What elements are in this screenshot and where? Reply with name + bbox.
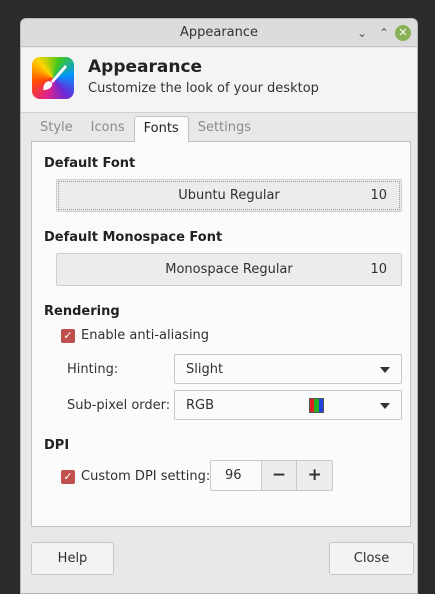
dpi-value[interactable]: 96 — [211, 461, 261, 490]
maximize-icon[interactable]: ⌃ — [376, 25, 392, 41]
tab-settings[interactable]: Settings — [189, 116, 260, 142]
hinting-dropdown[interactable]: Slight — [174, 354, 402, 384]
subpixel-dropdown[interactable]: RGB — [174, 390, 402, 420]
minimize-icon[interactable]: ⌄ — [354, 25, 370, 41]
antialiasing-label: Enable anti-aliasing — [81, 328, 210, 343]
chevron-down-icon — [380, 367, 390, 373]
monospace-font-heading: Default Monospace Font — [44, 230, 223, 245]
paintbrush-icon — [32, 57, 74, 99]
close-icon[interactable]: ✕ — [395, 25, 411, 41]
app-subtitle: Customize the look of your desktop — [88, 81, 319, 96]
subpixel-label: Sub-pixel order: — [67, 398, 171, 413]
default-font-heading: Default Font — [44, 156, 136, 171]
tab-icons[interactable]: Icons — [82, 116, 134, 142]
tab-bar: Style Icons Fonts Settings — [31, 116, 260, 142]
monospace-font-button[interactable]: Monospace Regular 10 — [56, 253, 402, 286]
rendering-heading: Rendering — [44, 304, 120, 319]
dpi-spinner[interactable]: 96 − + — [210, 460, 333, 491]
tab-fonts[interactable]: Fonts — [133, 116, 189, 142]
custom-dpi-checkbox[interactable]: ✓ — [61, 469, 75, 484]
dpi-heading: DPI — [44, 438, 70, 453]
antialiasing-row[interactable]: ✓ Enable anti-aliasing — [61, 328, 209, 343]
help-button[interactable]: Help — [31, 542, 114, 575]
chevron-down-icon — [380, 403, 390, 409]
dpi-decrease-button[interactable]: − — [260, 461, 297, 490]
antialiasing-checkbox[interactable]: ✓ — [61, 328, 75, 343]
title-bar[interactable]: Appearance ⌄ ⌃ ✕ — [21, 19, 417, 47]
appearance-window: Appearance ⌄ ⌃ ✕ Appearance Customize th… — [20, 18, 418, 594]
app-title: Appearance — [88, 57, 203, 77]
subpixel-value: RGB — [186, 398, 215, 413]
custom-dpi-row[interactable]: ✓ Custom DPI setting: — [61, 469, 210, 484]
fonts-panel: Default Font Ubuntu Regular 10 Default M… — [31, 141, 411, 527]
custom-dpi-label: Custom DPI setting: — [81, 469, 211, 484]
dpi-increase-button[interactable]: + — [296, 461, 332, 490]
tab-style[interactable]: Style — [31, 116, 82, 142]
default-font-button[interactable]: Ubuntu Regular 10 — [56, 179, 402, 212]
hinting-label: Hinting: — [67, 362, 119, 377]
monospace-font-size: 10 — [370, 262, 387, 277]
app-header: Appearance Customize the look of your de… — [21, 48, 417, 113]
rgb-subpixel-icon — [309, 398, 324, 413]
default-font-size: 10 — [370, 188, 387, 203]
monospace-font-name: Monospace Regular — [165, 262, 293, 277]
close-button[interactable]: Close — [329, 542, 414, 575]
hinting-value: Slight — [186, 362, 224, 377]
default-font-name: Ubuntu Regular — [178, 188, 280, 203]
